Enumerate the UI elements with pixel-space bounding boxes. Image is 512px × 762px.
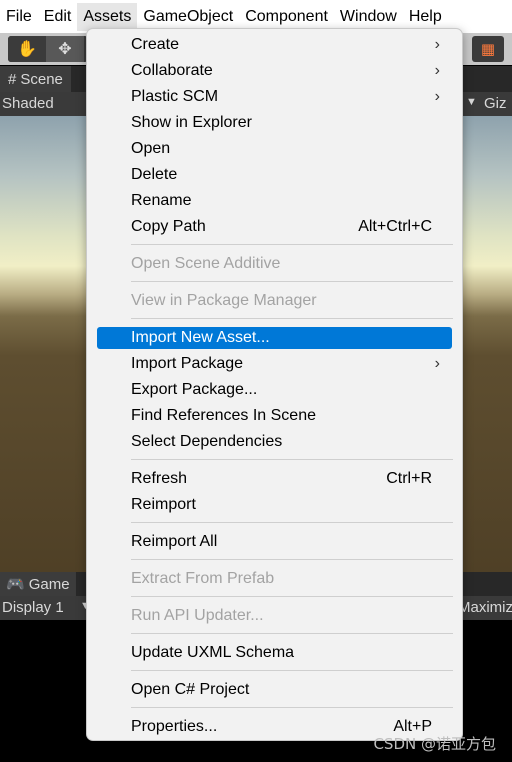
menu-item-refresh[interactable]: Refresh Ctrl+R: [97, 468, 452, 490]
gizmos-button[interactable]: Giz: [484, 95, 507, 112]
assets-dropdown-menu: Create › Collaborate › Plastic SCM › Sho…: [86, 28, 463, 741]
menu-item-import-new-asset[interactable]: Import New Asset...: [97, 327, 452, 349]
scene-tab-label: Scene: [20, 70, 63, 88]
menu-file[interactable]: File: [0, 3, 38, 31]
menu-separator: [131, 633, 453, 634]
shortcut-refresh: Ctrl+R: [386, 470, 432, 487]
menu-item-export-package[interactable]: Export Package...: [97, 379, 452, 401]
tab-game[interactable]: 🎮 Game: [0, 572, 76, 596]
menu-item-delete[interactable]: Delete: [97, 164, 452, 186]
chevron-right-icon: ›: [434, 62, 440, 79]
chevron-right-icon: ›: [434, 36, 440, 53]
menu-item-open-csharp-project[interactable]: Open C# Project: [97, 679, 452, 701]
menu-component[interactable]: Component: [239, 3, 334, 31]
menu-gameobject[interactable]: GameObject: [137, 3, 239, 31]
menu-item-find-references-in-scene[interactable]: Find References In Scene: [97, 405, 452, 427]
menu-separator: [131, 244, 453, 245]
grid-snap-icon[interactable]: ▦: [472, 36, 504, 62]
menu-item-select-dependencies[interactable]: Select Dependencies: [97, 431, 452, 453]
menu-item-view-in-package-manager: View in Package Manager: [131, 292, 317, 309]
gamepad-icon: 🎮: [6, 576, 25, 593]
transform-tools: ✋ ✥: [8, 36, 88, 62]
menu-item-run-api-updater: Run API Updater...: [131, 607, 264, 624]
move-tool-icon[interactable]: ✥: [46, 36, 84, 62]
menu-help[interactable]: Help: [403, 3, 448, 31]
menu-item-collaborate[interactable]: Collaborate ›: [97, 60, 452, 82]
maximize-on-play-button[interactable]: Maximiz: [458, 599, 512, 616]
menu-edit[interactable]: Edit: [38, 3, 78, 31]
watermark: CSDN @诺亚方包: [373, 735, 496, 753]
display-dropdown[interactable]: Display 1: [2, 599, 64, 616]
chevron-right-icon: ›: [434, 355, 440, 372]
menu-item-show-in-explorer[interactable]: Show in Explorer: [97, 112, 452, 134]
menu-item-update-uxml-schema[interactable]: Update UXML Schema: [97, 642, 452, 664]
menu-separator: [131, 318, 453, 319]
gizmos-dropdown-icon[interactable]: ▼: [466, 96, 477, 108]
menu-separator: [131, 559, 453, 560]
menu-item-import-package[interactable]: Import Package ›: [97, 353, 452, 375]
menu-separator: [131, 459, 453, 460]
menu-separator: [131, 281, 453, 282]
game-tab-label: Game: [28, 575, 70, 593]
menu-item-reimport[interactable]: Reimport: [97, 494, 452, 516]
menu-item-copy-path[interactable]: Copy Path Alt+Ctrl+C: [97, 216, 452, 238]
menu-separator: [131, 522, 453, 523]
menu-separator: [131, 596, 453, 597]
menu-item-reimport-all[interactable]: Reimport All: [97, 531, 452, 553]
menu-item-open[interactable]: Open: [97, 138, 452, 160]
menu-item-open-scene-additive: Open Scene Additive: [131, 255, 281, 272]
menu-separator: [131, 707, 453, 708]
shading-mode-dropdown[interactable]: Shaded: [2, 95, 54, 112]
menu-item-create[interactable]: Create ›: [97, 34, 452, 56]
chevron-right-icon: ›: [434, 88, 440, 105]
menu-window[interactable]: Window: [334, 3, 403, 31]
hand-tool-icon[interactable]: ✋: [8, 36, 46, 62]
menu-assets[interactable]: Assets: [77, 2, 138, 31]
scene-grid-icon: #: [8, 70, 17, 88]
menu-item-extract-from-prefab: Extract From Prefab: [131, 570, 275, 587]
menu-item-rename[interactable]: Rename: [97, 190, 452, 212]
menu-item-plastic-scm[interactable]: Plastic SCM ›: [97, 86, 452, 108]
tab-scene[interactable]: # Scene: [0, 66, 71, 92]
menu-separator: [131, 670, 453, 671]
shortcut-copy-path: Alt+Ctrl+C: [358, 218, 432, 235]
